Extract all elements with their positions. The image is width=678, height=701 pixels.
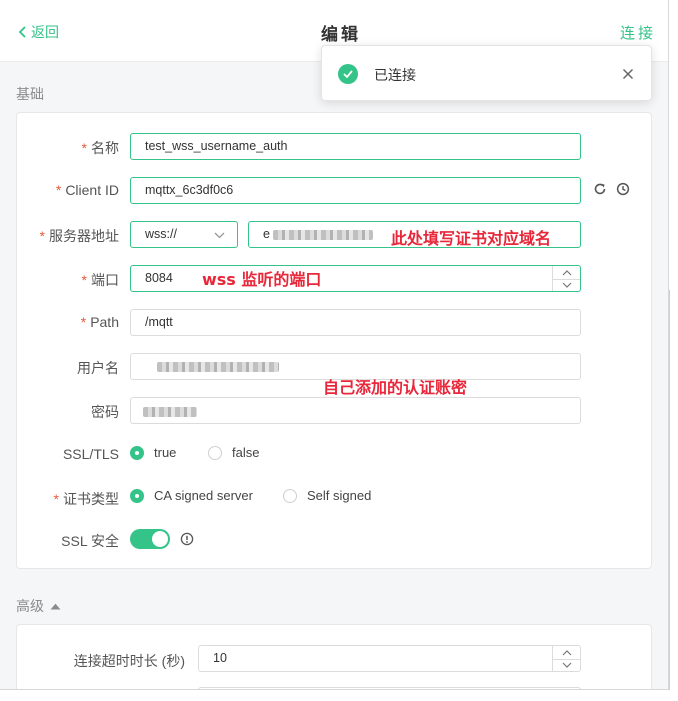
client-id-input[interactable]: mqttx_6c3df0c6	[130, 177, 581, 204]
cert-ca-radio[interactable]: CA signed server	[130, 488, 253, 503]
auth-annotation: 自己添加的认证账密	[323, 378, 468, 397]
client-id-label: * Client ID	[55, 182, 119, 198]
cert-self-radio[interactable]: Self signed	[283, 488, 371, 503]
password-input[interactable]	[130, 397, 581, 424]
radio-dot	[130, 488, 144, 503]
app-window: 返回 编辑 连接 基础 * 名称 test_wss_username_auth *…	[0, 0, 669, 690]
host-annotation: 此处填写证书对应域名	[391, 229, 552, 248]
timeout-value: 10	[213, 651, 227, 665]
protocol-value: wss://	[145, 227, 177, 241]
chevron-down-icon[interactable]	[562, 662, 572, 668]
port-value: 8084	[145, 271, 173, 285]
username-label: 用户名	[77, 360, 119, 376]
info-icon[interactable]	[180, 532, 194, 546]
back-label: 返回	[31, 24, 59, 40]
caret-up-icon	[50, 603, 61, 609]
chevron-down-icon[interactable]	[562, 282, 572, 288]
port-annotation: wss 监听的端口	[202, 270, 322, 289]
ssl-tls-label: SSL/TLS	[62, 446, 119, 462]
close-icon[interactable]	[622, 68, 634, 80]
ssl-secure-toggle[interactable]	[130, 529, 170, 549]
chevron-up-icon[interactable]	[562, 650, 572, 656]
name-input[interactable]: test_wss_username_auth	[130, 133, 581, 160]
radio-dot	[130, 445, 144, 460]
ssl-secure-label: SSL 安全	[61, 533, 119, 549]
chevron-left-icon	[18, 26, 26, 38]
redacted-host	[273, 230, 373, 240]
ssl-false-radio[interactable]: false	[208, 445, 259, 460]
timeout-input[interactable]: 10	[198, 645, 581, 672]
clock-icon[interactable]	[616, 182, 630, 196]
next-field-input[interactable]	[198, 687, 581, 689]
radio-dot	[208, 445, 222, 460]
port-stepper[interactable]	[552, 266, 580, 291]
redacted-username	[157, 362, 279, 372]
required-mark: *	[53, 491, 59, 507]
cert-type-label: * 证书类型	[53, 491, 119, 507]
section-advanced-title[interactable]: 高级	[16, 596, 61, 616]
section-basic-title: 基础	[16, 86, 44, 102]
scroll-track	[652, 62, 668, 689]
host-value: e	[263, 227, 270, 241]
path-input[interactable]: /mqtt	[130, 309, 581, 336]
port-label: * 端口	[81, 272, 119, 288]
radio-dot	[283, 488, 297, 503]
connected-toast: 已连接	[321, 45, 652, 101]
required-mark: *	[39, 228, 45, 244]
back-button[interactable]: 返回	[18, 22, 59, 42]
connect-button[interactable]: 连接	[620, 22, 656, 43]
redacted-password	[143, 407, 197, 417]
window-edge	[669, 290, 670, 690]
name-label: * 名称	[81, 140, 119, 156]
path-label: * Path	[80, 314, 119, 330]
password-label: 密码	[91, 404, 119, 420]
required-mark: *	[81, 272, 87, 288]
chevron-up-icon[interactable]	[562, 270, 572, 276]
port-input[interactable]: 8084	[130, 265, 581, 292]
refresh-icon[interactable]	[593, 182, 607, 196]
chevron-down-icon	[214, 232, 225, 239]
required-mark: *	[80, 314, 87, 330]
host-label: * 服务器地址	[39, 228, 119, 244]
required-mark: *	[81, 140, 87, 156]
ssl-true-radio[interactable]: true	[130, 445, 176, 460]
timeout-stepper[interactable]	[552, 646, 580, 671]
protocol-select[interactable]: wss://	[130, 221, 238, 248]
timeout-label: 连接超时时长 (秒)	[73, 653, 185, 669]
page-title: 编辑	[321, 25, 361, 44]
toast-message: 已连接	[374, 67, 416, 83]
basic-settings-card: * 名称 test_wss_username_auth * Client ID mq…	[16, 112, 652, 569]
required-mark: *	[55, 182, 62, 198]
success-icon	[338, 64, 358, 84]
advanced-settings-card: 连接超时时长 (秒) 10	[16, 624, 652, 689]
